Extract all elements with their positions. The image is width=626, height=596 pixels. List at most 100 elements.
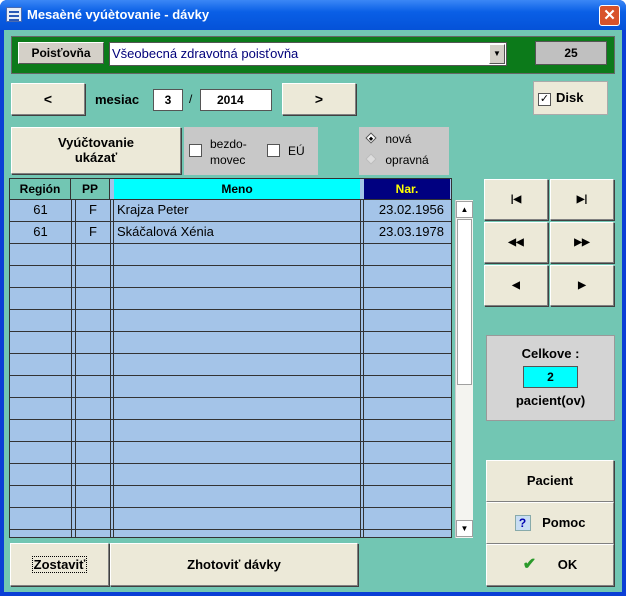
help-label: Pomoc [542, 515, 586, 530]
cell-birth: 23.03.1978 [378, 224, 444, 239]
check-icon: ✔ [522, 556, 537, 573]
col-header-birth[interactable]: Nar. [364, 179, 450, 199]
patient-table: Región PP Meno Nar. 61 F Krajza Peter 23… [9, 178, 452, 538]
show-billing-label: Vyúčtovanie ukázať [57, 135, 135, 165]
eu-label: EÚ [288, 144, 305, 158]
ok-label: OK [557, 557, 578, 572]
insurer-selected-value: Všeobecná zdravotná poisťovňa [112, 46, 299, 61]
homeless-checkbox[interactable] [189, 144, 202, 157]
batch-type-radio-group: nová opravná [359, 127, 449, 175]
prev-month-button[interactable]: < [11, 83, 85, 115]
row-divider [10, 287, 451, 288]
disk-panel: ✓ Disk [533, 81, 608, 115]
eu-option: EÚ [264, 127, 318, 175]
first-record-icon: |◀ [510, 194, 522, 205]
column-divider [71, 199, 72, 537]
row-divider [10, 419, 451, 420]
patient-button[interactable]: Pacient [486, 460, 614, 502]
row-divider [10, 353, 451, 354]
scroll-up-icon[interactable]: ▲ [456, 201, 473, 218]
compose-button[interactable]: Zostaviť [10, 543, 109, 586]
insurer-label: Poisťovňa [18, 42, 104, 64]
row-divider [10, 441, 451, 442]
last-record-button[interactable]: ▶| [550, 179, 614, 220]
radio-correction[interactable]: opravná [365, 153, 429, 167]
row-divider [10, 375, 451, 376]
row-divider [10, 331, 451, 332]
cell-pp: F [89, 224, 97, 239]
create-batches-button[interactable]: Zhotoviť dávky [110, 543, 358, 586]
scroll-thumb[interactable] [457, 219, 472, 385]
date-separator: / [189, 92, 193, 106]
radio-unselected-icon [365, 153, 377, 165]
cell-name: Skáčalová Xénia [117, 224, 214, 239]
fast-forward-icon: ▶▶ [574, 237, 590, 248]
client-area: Poisťovňa Všeobecná zdravotná poisťovňa … [4, 30, 622, 592]
show-billing-button[interactable]: Vyúčtovanie ukázať [11, 127, 181, 174]
app-window: Mesaèné vyúètovanie - dávky ✕ Poisťovňa … [0, 0, 626, 596]
cell-region: 61 [33, 224, 48, 239]
col-header-region[interactable]: Región [10, 179, 71, 199]
radio-correction-label: opravná [385, 153, 429, 167]
summary-label: Celkove : [521, 346, 580, 361]
col-header-name[interactable]: Meno [114, 179, 360, 199]
row-divider [10, 397, 451, 398]
year-field[interactable]: 2014 [200, 89, 272, 111]
row-divider [10, 485, 451, 486]
column-divider [363, 199, 364, 537]
eu-checkbox[interactable] [267, 144, 280, 157]
column-divider [113, 199, 114, 537]
insurer-select[interactable]: Všeobecná zdravotná poisťovňa ▼ [109, 42, 507, 66]
table-scrollbar[interactable]: ▲ ▼ [455, 200, 473, 538]
title-bar: Mesaèné vyúètovanie - dávky ✕ [0, 0, 626, 30]
compose-label: Zostaviť [31, 556, 88, 573]
summary-unit: pacient(ov) [515, 393, 586, 408]
cell-region: 61 [33, 202, 48, 217]
row-divider [10, 265, 451, 266]
cell-birth: 23.02.1956 [378, 202, 444, 217]
help-button[interactable]: ? Pomoc [486, 502, 614, 544]
help-icon: ? [514, 515, 531, 531]
month-field[interactable]: 3 [153, 89, 183, 111]
row-divider [10, 463, 451, 464]
disk-checkbox[interactable]: ✓ [538, 93, 551, 106]
close-button[interactable]: ✕ [599, 5, 620, 26]
window-title: Mesaèné vyúètovanie - dávky [27, 7, 210, 22]
ok-button[interactable]: ✔ OK [486, 544, 614, 586]
radio-new-label: nová [385, 132, 412, 146]
homeless-label: bezdo- movec [210, 137, 247, 167]
last-record-icon: ▶| [576, 194, 588, 205]
month-label: mesiac [95, 92, 140, 107]
next-record-button[interactable]: ▶ [550, 265, 614, 306]
insurer-code: 25 [535, 41, 607, 65]
row-divider [10, 507, 451, 508]
insurer-panel: Poisťovňa Všeobecná zdravotná poisťovňa … [11, 36, 615, 74]
table-row[interactable]: 61 F Skáčalová Xénia 23.03.1978 [10, 221, 451, 243]
chevron-down-icon[interactable]: ▼ [489, 44, 505, 64]
cell-name: Krajza Peter [117, 202, 189, 217]
column-divider [360, 199, 361, 537]
first-record-button[interactable]: |◀ [484, 179, 548, 220]
row-divider [10, 243, 451, 244]
next-month-button[interactable]: > [282, 83, 356, 115]
row-divider [10, 529, 451, 530]
cell-pp: F [89, 202, 97, 217]
col-header-pp[interactable]: PP [71, 179, 110, 199]
patient-count: 2 [523, 366, 578, 388]
column-divider [110, 199, 111, 537]
form-icon [6, 7, 22, 22]
scroll-down-icon[interactable]: ▼ [456, 520, 473, 537]
fast-forward-button[interactable]: ▶▶ [550, 222, 614, 263]
rewind-icon: ◀◀ [508, 237, 524, 248]
radio-selected-icon [365, 132, 377, 144]
homeless-option: bezdo- movec [184, 127, 264, 175]
next-record-icon: ▶ [578, 280, 586, 291]
summary-panel: Celkove : 2 pacient(ov) [486, 335, 615, 421]
previous-record-icon: ◀ [512, 280, 520, 291]
disk-label: Disk [556, 90, 584, 105]
radio-new[interactable]: nová [365, 132, 412, 146]
previous-record-button[interactable]: ◀ [484, 265, 548, 306]
column-divider [75, 199, 76, 537]
rewind-button[interactable]: ◀◀ [484, 222, 548, 263]
table-row[interactable]: 61 F Krajza Peter 23.02.1956 [10, 199, 451, 221]
